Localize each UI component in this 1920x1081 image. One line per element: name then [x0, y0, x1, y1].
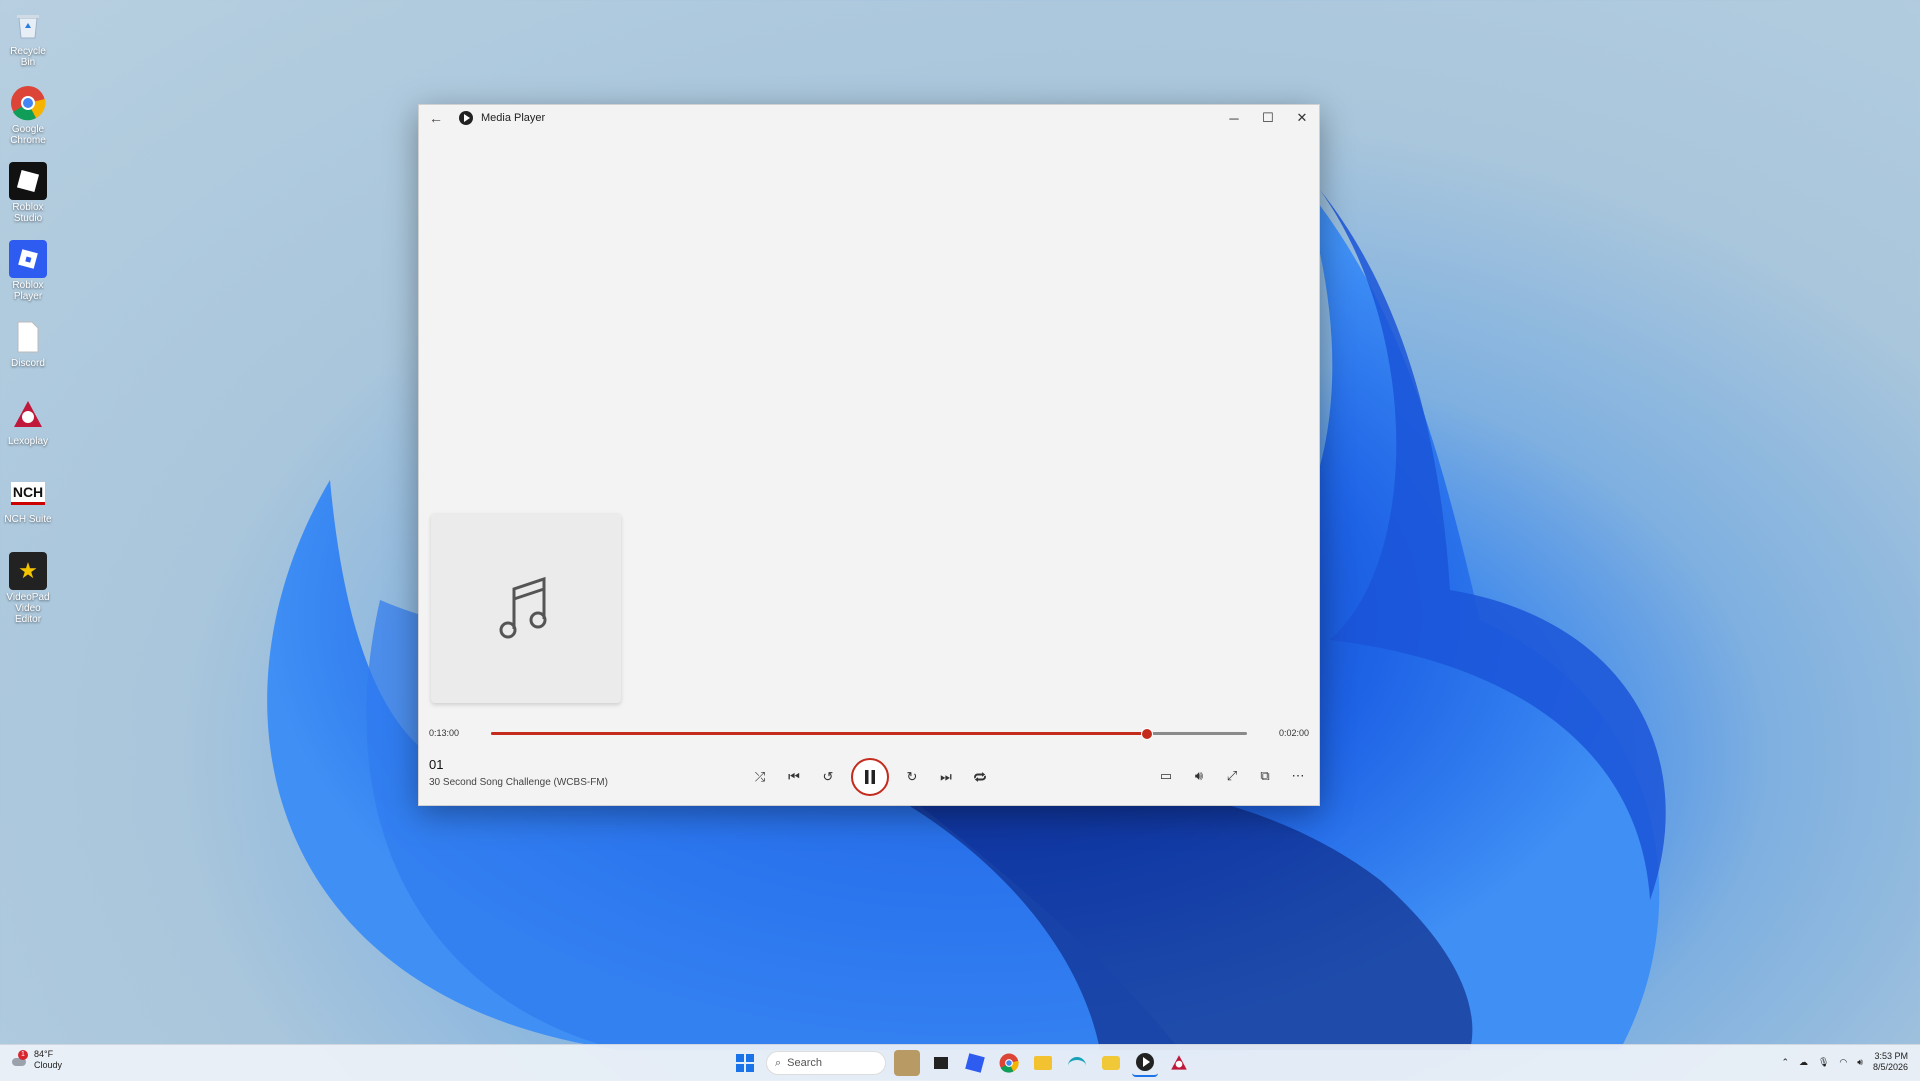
taskbar: 1 84°F Cloudy ⌕ Search ⌃ ☁ 🎙︎ ◠ 🔊︎ 3:53 …	[0, 1044, 1920, 1081]
search-placeholder: Search	[787, 1057, 823, 1069]
desktop-icon-label: Roblox Player	[12, 280, 44, 302]
desktop-icon-label: NCH Suite	[4, 514, 52, 525]
previous-track-icon[interactable]: ⏮	[783, 766, 805, 788]
roblox-player-icon	[9, 240, 47, 278]
track-title: 01	[429, 757, 444, 772]
minimize-button[interactable]: ─	[1217, 111, 1251, 126]
clock-time: 3:53 PM	[1874, 1051, 1908, 1061]
system-tray: ⌃ ☁ 🎙︎ ◠ 🔊︎ 3:53 PM 8/5/2026	[1781, 1051, 1908, 1073]
file-explorer-icon[interactable]	[1030, 1050, 1056, 1076]
desktop-icon-label: Roblox Studio	[12, 202, 44, 224]
desktop-icon-discord[interactable]: Discord	[4, 318, 52, 369]
desktop-icon-nch[interactable]: NCH NCH Suite	[4, 474, 52, 525]
album-art-placeholder	[431, 513, 621, 703]
chevron-up-icon[interactable]: ⌃	[1781, 1057, 1789, 1068]
miniplayer-icon[interactable]: ⧉	[1254, 765, 1276, 787]
desktop-icon-label: VideoPad Video Editor	[6, 592, 50, 625]
next-track-icon[interactable]: ⏭	[935, 766, 957, 788]
taskbar-search[interactable]: ⌕ Search	[766, 1051, 886, 1075]
playback-controls: ⤮ ⏮ ↺ ↻ ⏭ 🔁︎	[749, 758, 991, 796]
desktop-icon-label: Google Chrome	[10, 124, 46, 146]
desktop-icon-label: Lexoplay	[7, 436, 49, 447]
widgets-icon[interactable]	[894, 1050, 920, 1076]
chrome-taskbar-icon[interactable]	[996, 1050, 1022, 1076]
pause-button[interactable]	[851, 758, 889, 796]
videopad-icon: ★	[9, 552, 47, 590]
desktop-icon-lexoplay[interactable]: Lexoplay	[4, 396, 52, 447]
wifi-icon[interactable]: ◠	[1839, 1057, 1847, 1068]
desktop-icon-label: Recycle Bin	[10, 46, 46, 68]
clock-date: 8/5/2026	[1872, 1062, 1908, 1072]
clock[interactable]: 3:53 PM 8/5/2026	[1873, 1051, 1908, 1073]
secondary-controls: ▭ 🔊︎ ⤢ ⧉ ⋯	[1155, 765, 1309, 787]
search-icon: ⌕	[775, 1056, 782, 1069]
paint-icon[interactable]	[1098, 1050, 1124, 1076]
desktop-icon-roblox-player[interactable]: Roblox Player	[4, 240, 52, 302]
maximize-button[interactable]: ☐	[1251, 110, 1285, 126]
seek-bar[interactable]	[491, 727, 1247, 740]
remaining-time: 0:02:00	[1278, 728, 1309, 738]
desktop-icon-videopad[interactable]: ★ VideoPad Video Editor	[4, 552, 52, 625]
volume-icon[interactable]: 🔊︎	[1188, 765, 1210, 787]
music-note-icon	[499, 576, 547, 639]
title-bar: ← Media Player ─ ☐ ✕	[419, 105, 1319, 131]
pause-icon	[865, 770, 875, 784]
repeat-icon[interactable]: 🔁︎	[969, 766, 991, 788]
desktop-icon-recycle-bin[interactable]: Recycle Bin	[4, 6, 52, 68]
desktop-icon-label: Discord	[11, 358, 45, 369]
media-player-taskbar-icon[interactable]	[1132, 1049, 1158, 1077]
chrome-icon	[9, 84, 47, 122]
back-arrow-icon[interactable]: ←	[419, 110, 453, 126]
recycle-bin-icon	[9, 6, 47, 44]
lexoplay-icon	[9, 396, 47, 434]
weather-desc: Cloudy	[34, 1060, 63, 1070]
window-title: Media Player	[481, 112, 546, 124]
seek-bar-thumb[interactable]	[1141, 727, 1154, 740]
captions-icon[interactable]: ▭	[1155, 765, 1177, 787]
lexoplay-taskbar-icon[interactable]	[1166, 1050, 1192, 1076]
fullscreen-icon[interactable]: ⤢	[1221, 765, 1243, 787]
skip-back-10-icon[interactable]: ↺	[817, 766, 839, 788]
more-options-icon[interactable]: ⋯	[1287, 765, 1309, 787]
skip-forward-30-icon[interactable]: ↻	[901, 766, 923, 788]
speaker-icon[interactable]: 🔊︎	[1857, 1057, 1863, 1068]
progress-row: 0:13:00 0:02:00	[429, 725, 1309, 741]
weather-badge: 1	[18, 1050, 28, 1060]
weather-widget[interactable]: 1 84°F Cloudy	[12, 1049, 62, 1071]
task-view-icon[interactable]	[928, 1050, 954, 1076]
elapsed-time: 0:13:00	[429, 728, 460, 738]
file-icon	[9, 318, 47, 356]
roblox-studio-icon	[9, 162, 47, 200]
nch-icon: NCH	[9, 474, 47, 512]
microphone-icon[interactable]: 🎙︎	[1818, 1057, 1829, 1068]
onedrive-icon[interactable]: ☁	[1799, 1057, 1808, 1068]
weather-icon: 1	[12, 1050, 28, 1068]
windows-start-icon[interactable]	[732, 1050, 758, 1076]
close-button[interactable]: ✕	[1285, 110, 1319, 126]
shuffle-icon[interactable]: ⤮	[749, 766, 771, 788]
desktop-icon-chrome[interactable]: Google Chrome	[4, 84, 52, 146]
media-player-app-icon	[459, 111, 473, 125]
edge-icon[interactable]	[1064, 1050, 1090, 1076]
weather-temp: 84°F	[34, 1049, 54, 1059]
taskbar-apps: ⌕ Search	[732, 1049, 1192, 1077]
roblox-taskbar-icon[interactable]	[962, 1050, 988, 1076]
track-artist: 30 Second Song Challenge (WCBS-FM)	[429, 777, 608, 788]
seek-bar-fill	[491, 731, 1147, 735]
desktop-icon-roblox-studio[interactable]: Roblox Studio	[4, 162, 52, 224]
media-player-window: ← Media Player ─ ☐ ✕ 0:13:00 0:02:00 01 …	[418, 104, 1320, 806]
